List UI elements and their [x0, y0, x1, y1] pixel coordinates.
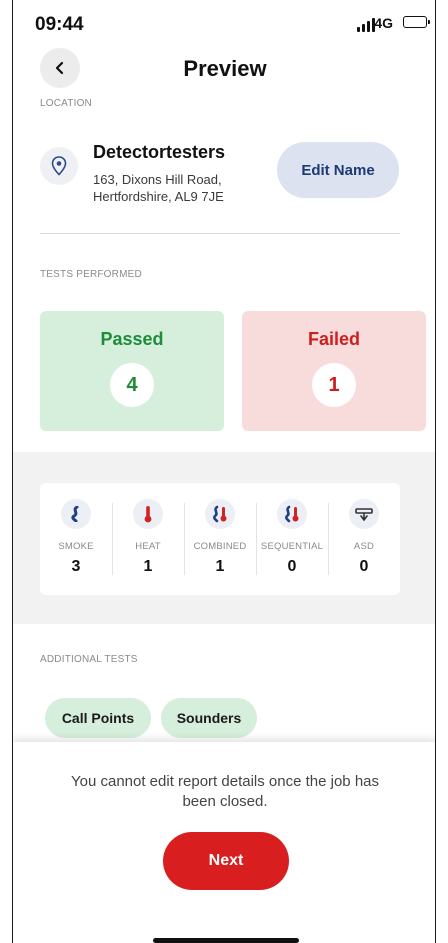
passed-label: Passed	[100, 329, 164, 349]
test-type-combined: COMBINED 1	[184, 483, 256, 595]
passed-card: Passed 4	[40, 311, 224, 431]
home-indicator	[153, 938, 299, 943]
failed-card: Failed 1	[242, 311, 426, 431]
test-type-value: 0	[287, 558, 297, 575]
thermometer-icon	[133, 499, 163, 529]
location-pin-icon	[40, 147, 78, 185]
test-type-value: 1	[215, 558, 225, 575]
test-type-label: SMOKE	[58, 541, 94, 552]
smoke-icon	[61, 499, 91, 529]
address-line-2: Hertfordshire, AL9 7JE	[93, 189, 224, 204]
test-types-panel: SMOKE 3 HEAT 1 COMBINED 1 SEQUENTIAL 0 A…	[40, 483, 400, 595]
phone-screen: 09:44 4G Preview LOCATION Detectortester…	[12, 0, 436, 943]
location-name: Detectortesters	[93, 142, 226, 162]
asd-icon	[349, 499, 379, 529]
closed-job-notice: You cannot edit report details once the …	[71, 773, 379, 810]
battery-icon	[403, 16, 430, 28]
chip-sounders[interactable]: Sounders	[161, 698, 257, 738]
next-button[interactable]: Next	[163, 832, 289, 890]
test-type-asd: ASD 0	[328, 483, 400, 595]
additional-tests-section-label: ADDITIONAL TESTS	[40, 654, 138, 665]
edit-name-button[interactable]: Edit Name	[277, 142, 399, 198]
tests-section-label: TESTS PERFORMED	[40, 269, 142, 280]
test-type-label: HEAT	[135, 541, 161, 552]
page-title: Preview	[183, 56, 267, 81]
status-bar: 09:44 4G	[13, 0, 435, 44]
network-label: 4G	[374, 15, 393, 31]
test-type-label: ASD	[353, 541, 375, 552]
test-type-heat: HEAT 1	[112, 483, 184, 595]
passed-count: 4	[110, 363, 154, 407]
sequential-icon	[277, 499, 307, 529]
signal-icon	[357, 18, 375, 32]
divider	[40, 233, 400, 234]
failed-count: 1	[312, 363, 356, 407]
failed-label: Failed	[307, 329, 360, 349]
test-type-value: 3	[71, 558, 81, 575]
test-type-label: COMBINED	[193, 541, 247, 552]
status-time: 09:44	[35, 14, 84, 35]
test-type-value: 1	[143, 558, 153, 575]
chip-call-points[interactable]: Call Points	[45, 698, 151, 738]
test-type-sequential: SEQUENTIAL 0	[256, 483, 328, 595]
address-line-1: 163, Dixons Hill Road,	[93, 172, 222, 187]
test-type-smoke: SMOKE 3	[40, 483, 112, 595]
location-address: 163, Dixons Hill Road, Hertfordshire, AL…	[93, 171, 283, 205]
test-type-label: SEQUENTIAL	[260, 541, 324, 552]
location-section-label: LOCATION	[40, 98, 92, 109]
test-type-value: 0	[359, 558, 369, 575]
combined-icon	[205, 499, 235, 529]
bottom-sheet: You cannot edit report details once the …	[13, 742, 435, 943]
